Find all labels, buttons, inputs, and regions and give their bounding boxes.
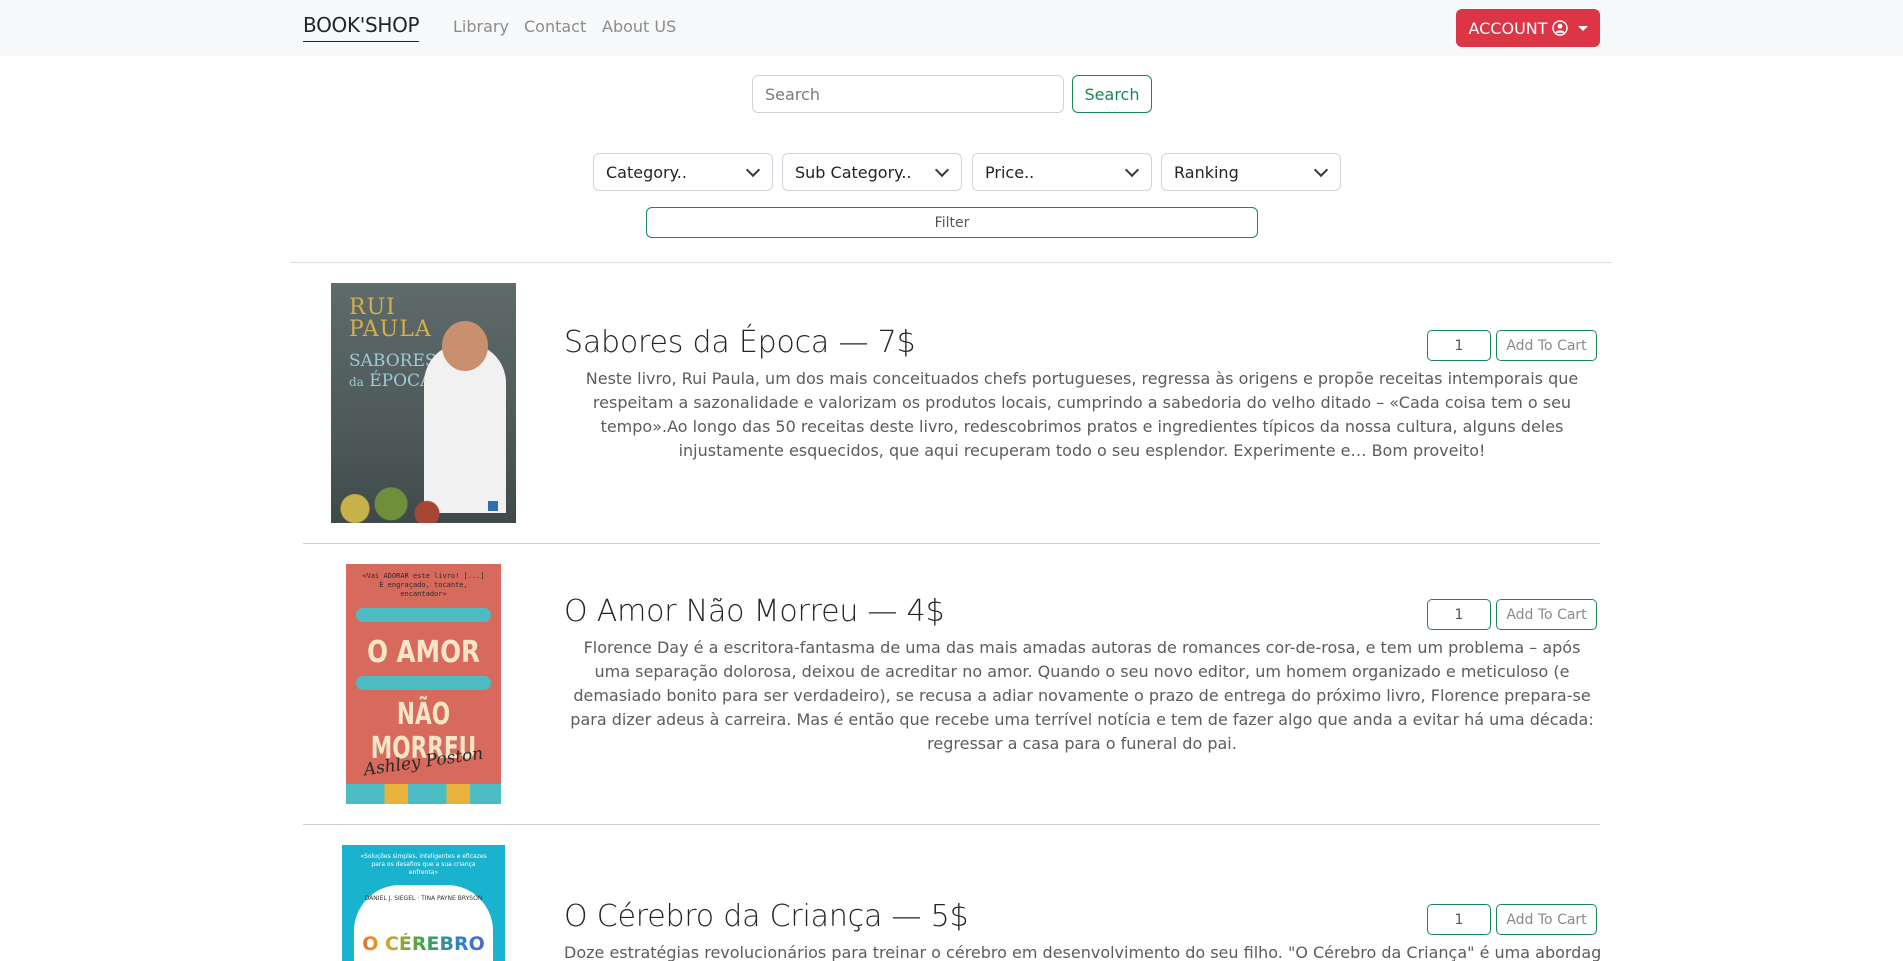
- book-cover-image[interactable]: RUI PAULA SABORES da ÉPOCA: [331, 283, 516, 523]
- add-to-cart-button[interactable]: Add To Cart: [1496, 599, 1597, 630]
- quantity-input[interactable]: [1427, 599, 1491, 630]
- figure-illustration: [356, 676, 491, 690]
- chevron-down-icon: [1577, 25, 1588, 31]
- divider: [303, 824, 1600, 825]
- category-select-value: Category..: [606, 162, 687, 182]
- top-navbar: BOOK'SHOP Library Contact About US ACCOU…: [0, 0, 1903, 56]
- quantity-input[interactable]: [1427, 330, 1491, 361]
- vegetables-illustration: [331, 475, 451, 523]
- price-select-value: Price..: [985, 162, 1035, 182]
- account-label: ACCOUNT: [1468, 18, 1548, 38]
- flowers-illustration: [346, 784, 501, 804]
- quantity-input[interactable]: [1427, 904, 1491, 935]
- nav-link-library[interactable]: Library: [453, 17, 509, 36]
- brand-logo[interactable]: BOOK'SHOP: [303, 13, 420, 42]
- cover-author-text: RUI PAULA: [349, 295, 432, 342]
- cover-title-text: O AMOR: [367, 635, 480, 670]
- cover-blurb-text: «Soluções simples, inteligentes e eficaz…: [360, 853, 487, 876]
- book-description: Neste livro, Rui Paula, um dos mais conc…: [585, 369, 1579, 460]
- book-title[interactable]: O Cérebro da Criança — 5$: [564, 899, 969, 934]
- chevron-down-icon: [934, 162, 950, 178]
- book-title[interactable]: O Amor Não Morreu — 4$: [564, 594, 945, 629]
- divider: [290, 262, 1612, 263]
- publisher-logo: [488, 501, 498, 511]
- book-title[interactable]: Sabores da Época — 7$: [564, 325, 916, 360]
- figure-illustration: [356, 608, 491, 622]
- filter-button[interactable]: Filter: [646, 207, 1258, 238]
- chevron-down-icon: [745, 162, 761, 178]
- book-description: Doze estratégias revolucionários para tr…: [564, 943, 1600, 961]
- category-select[interactable]: Category..: [593, 153, 773, 191]
- price-select[interactable]: Price..: [972, 153, 1152, 191]
- subcategory-select-value: Sub Category..: [795, 162, 912, 182]
- chevron-down-icon: [1313, 162, 1329, 178]
- ranking-select-value: Ranking: [1174, 162, 1239, 182]
- book-cover-image[interactable]: «Soluções simples, inteligentes e eficaz…: [342, 845, 505, 961]
- divider: [303, 543, 1600, 544]
- search-input[interactable]: [752, 75, 1064, 113]
- subcategory-select[interactable]: Sub Category..: [782, 153, 962, 191]
- chef-head: [442, 321, 488, 371]
- chevron-down-icon: [1124, 162, 1140, 178]
- search-button[interactable]: Search: [1072, 75, 1152, 113]
- cover-title-text: O CÉREBRO: [342, 933, 505, 955]
- ranking-select[interactable]: Ranking: [1161, 153, 1341, 191]
- nav-link-contact[interactable]: Contact: [524, 17, 586, 36]
- cover-authors-text: DANIEL J. SIEGEL · TINA PAYNE BRYSON: [364, 895, 483, 902]
- account-dropdown-button[interactable]: ACCOUNT: [1456, 9, 1600, 47]
- user-circle-icon: [1551, 20, 1568, 36]
- book-cover-image[interactable]: «Vai ADORAR este livro! [...] É engraçado…: [346, 564, 501, 804]
- nav-link-about[interactable]: About US: [602, 17, 676, 36]
- book-description: Florence Day é a escritora-fantasma de u…: [570, 638, 1594, 753]
- add-to-cart-button[interactable]: Add To Cart: [1496, 904, 1597, 935]
- add-to-cart-button[interactable]: Add To Cart: [1496, 330, 1597, 361]
- cover-blurb-text: «Vai ADORAR este livro! [...] É engraçado…: [362, 572, 485, 598]
